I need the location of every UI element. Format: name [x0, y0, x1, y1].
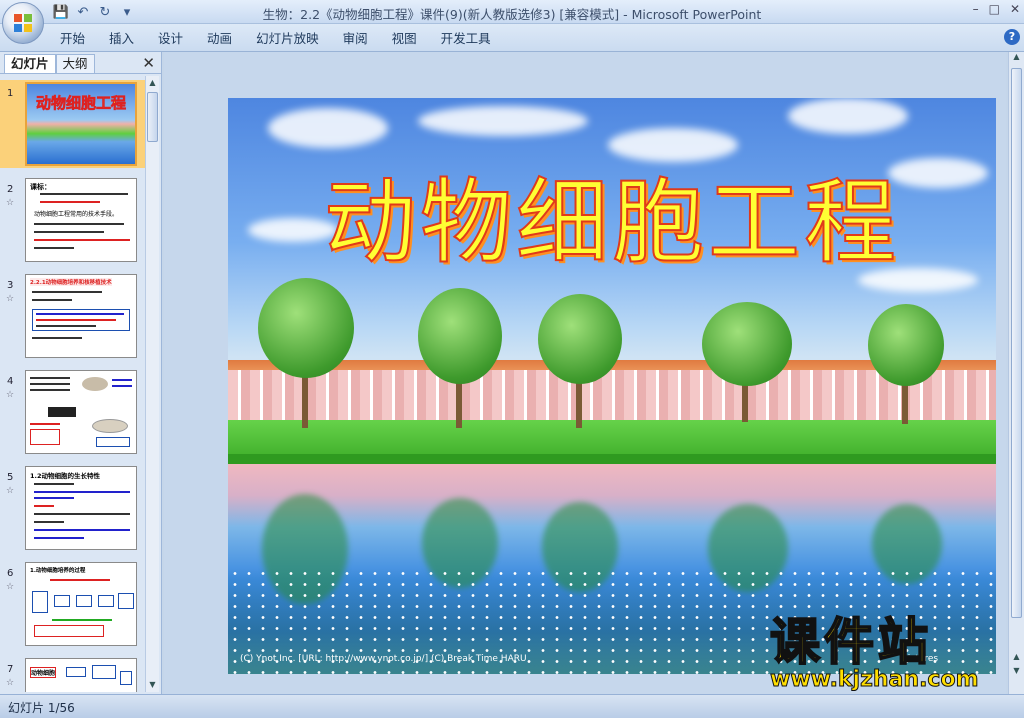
- slide-indicator: 幻灯片 1/56: [8, 701, 75, 715]
- thumb-heading: 2.2.1动物细胞培养和核移植技术: [30, 278, 112, 286]
- current-slide[interactable]: 动物细胞工程 (C) Ynot Inc. [URL: http://www.yn…: [228, 98, 996, 674]
- tab-review[interactable]: 审阅: [331, 30, 380, 48]
- slide-preview: 动物细胞: [25, 658, 137, 692]
- scroll-thumb[interactable]: [1011, 68, 1022, 618]
- office-button[interactable]: [2, 2, 44, 44]
- tab-insert[interactable]: 插入: [97, 30, 146, 48]
- slide-number: 6: [7, 568, 14, 579]
- slide-thumbnail-7[interactable]: 7 ☆ 动物细胞: [0, 656, 146, 692]
- next-slide-icon[interactable]: ▼: [1010, 666, 1023, 680]
- slide-number: 7: [7, 664, 14, 675]
- slide-scrollbar[interactable]: ▲ ▲ ▼: [1008, 52, 1024, 694]
- slide-number: 5: [7, 472, 14, 483]
- help-icon[interactable]: ?: [1004, 29, 1020, 45]
- tab-outline[interactable]: 大纲: [55, 54, 95, 73]
- slide-thumbnail-5[interactable]: 5 ☆ 1.2动物细胞的生长特性: [0, 464, 146, 552]
- watermark-logo: 课件站 www.kjzhan.com: [769, 613, 1010, 692]
- window-title: 生物：2.2《动物细胞工程》课件(9)(新人教版选修3) [兼容模式] - Mi…: [262, 7, 762, 22]
- slide-title[interactable]: 动物细胞工程: [228, 148, 996, 281]
- slide-preview: 2.2.1动物细胞培养和核移植技术: [25, 274, 137, 358]
- thumb-title: 动物细胞工程: [35, 94, 127, 113]
- watermark-url: www.kjzhan.com: [770, 667, 980, 692]
- scroll-down-icon[interactable]: ▼: [146, 678, 159, 692]
- scroll-thumb[interactable]: [147, 92, 158, 142]
- ribbon: 开始 插入 设计 动画 幻灯片放映 审阅 视图 开发工具 ?: [0, 24, 1024, 52]
- animation-icon: ☆: [6, 198, 15, 208]
- pane-close-icon[interactable]: ✕: [142, 54, 155, 72]
- slide-editing-area: 动物细胞工程 (C) Ynot Inc. [URL: http://www.yn…: [164, 52, 1006, 694]
- slide-thumbnail-6[interactable]: 6 ☆ 1.动物细胞培养的过程: [0, 560, 146, 648]
- animation-icon: ☆: [6, 486, 15, 496]
- slides-pane: 幻灯片 大纲 ✕ 1 动物细胞工程 2 ☆ 课标： 动物细胞工程常用的技术手段。: [0, 52, 162, 694]
- animation-icon: ☆: [6, 390, 15, 400]
- image-credit: (C) Ynot Inc. [URL: http://www.ynot.co.j…: [240, 654, 527, 664]
- close-button[interactable]: ✕: [1010, 2, 1020, 16]
- thumb-heading: 动物细胞: [30, 667, 57, 678]
- animation-icon: ☆: [6, 582, 15, 592]
- animation-icon: ☆: [6, 678, 15, 688]
- thumb-heading: 1.2动物细胞的生长特性: [30, 472, 101, 480]
- slide-thumbnail-4[interactable]: 4 ☆: [0, 368, 146, 456]
- tab-slideshow[interactable]: 幻灯片放映: [244, 30, 331, 48]
- tab-view[interactable]: 视图: [380, 30, 429, 48]
- buildings: [228, 370, 996, 426]
- slide-preview: [25, 370, 137, 454]
- slide-preview: 1.动物细胞培养的过程: [25, 562, 137, 646]
- watermark-title: 课件站: [769, 613, 932, 671]
- scroll-up-icon[interactable]: ▲: [1010, 52, 1023, 66]
- maximize-button[interactable]: □: [989, 2, 1000, 16]
- animation-icon: ☆: [6, 294, 15, 304]
- tab-developer[interactable]: 开发工具: [429, 30, 503, 48]
- slide-thumbnail-1[interactable]: 1 动物细胞工程: [0, 80, 146, 168]
- slide-number: 3: [7, 280, 14, 291]
- thumb-heading: 1.动物细胞培养的过程: [30, 568, 86, 574]
- tab-slides[interactable]: 幻灯片: [4, 54, 56, 73]
- tab-animations[interactable]: 动画: [195, 30, 244, 48]
- tab-design[interactable]: 设计: [146, 30, 195, 48]
- title-bar: 💾 ↶ ↻ ▾ 生物：2.2《动物细胞工程》课件(9)(新人教版选修3) [兼容…: [0, 0, 1024, 24]
- pane-tabs: 幻灯片 大纲 ✕: [0, 52, 161, 74]
- scroll-up-icon[interactable]: ▲: [146, 76, 159, 90]
- tab-home[interactable]: 开始: [48, 30, 97, 48]
- slide-number: 1: [7, 88, 14, 99]
- prev-slide-icon[interactable]: ▲: [1010, 652, 1023, 666]
- slide-number: 2: [7, 184, 14, 195]
- minimize-button[interactable]: –: [973, 2, 979, 16]
- slide-preview: 1.2动物细胞的生长特性: [25, 466, 137, 550]
- status-bar: 幻灯片 1/56: [0, 694, 1024, 718]
- slide-preview: 课标： 动物细胞工程常用的技术手段。: [25, 178, 137, 262]
- window-controls: – □ ✕: [973, 2, 1020, 16]
- slide-thumbnail-2[interactable]: 2 ☆ 课标： 动物细胞工程常用的技术手段。: [0, 176, 146, 264]
- slide-thumbnail-3[interactable]: 3 ☆ 2.2.1动物细胞培养和核移植技术: [0, 272, 146, 360]
- thumb-heading: 课标：: [30, 183, 51, 191]
- slide-preview: 动物细胞工程: [25, 82, 137, 166]
- office-logo-icon: [14, 14, 32, 32]
- slide-number: 4: [7, 376, 14, 387]
- thumb-body: 动物细胞工程常用的技术手段。: [34, 211, 119, 218]
- ribbon-tabs: 开始 插入 设计 动画 幻灯片放映 审阅 视图 开发工具: [48, 30, 503, 48]
- slide-thumbnails: 1 动物细胞工程 2 ☆ 课标： 动物细胞工程常用的技术手段。 3 ☆ 2.2.…: [0, 76, 146, 692]
- thumbnail-scrollbar[interactable]: ▲ ▼: [145, 76, 159, 692]
